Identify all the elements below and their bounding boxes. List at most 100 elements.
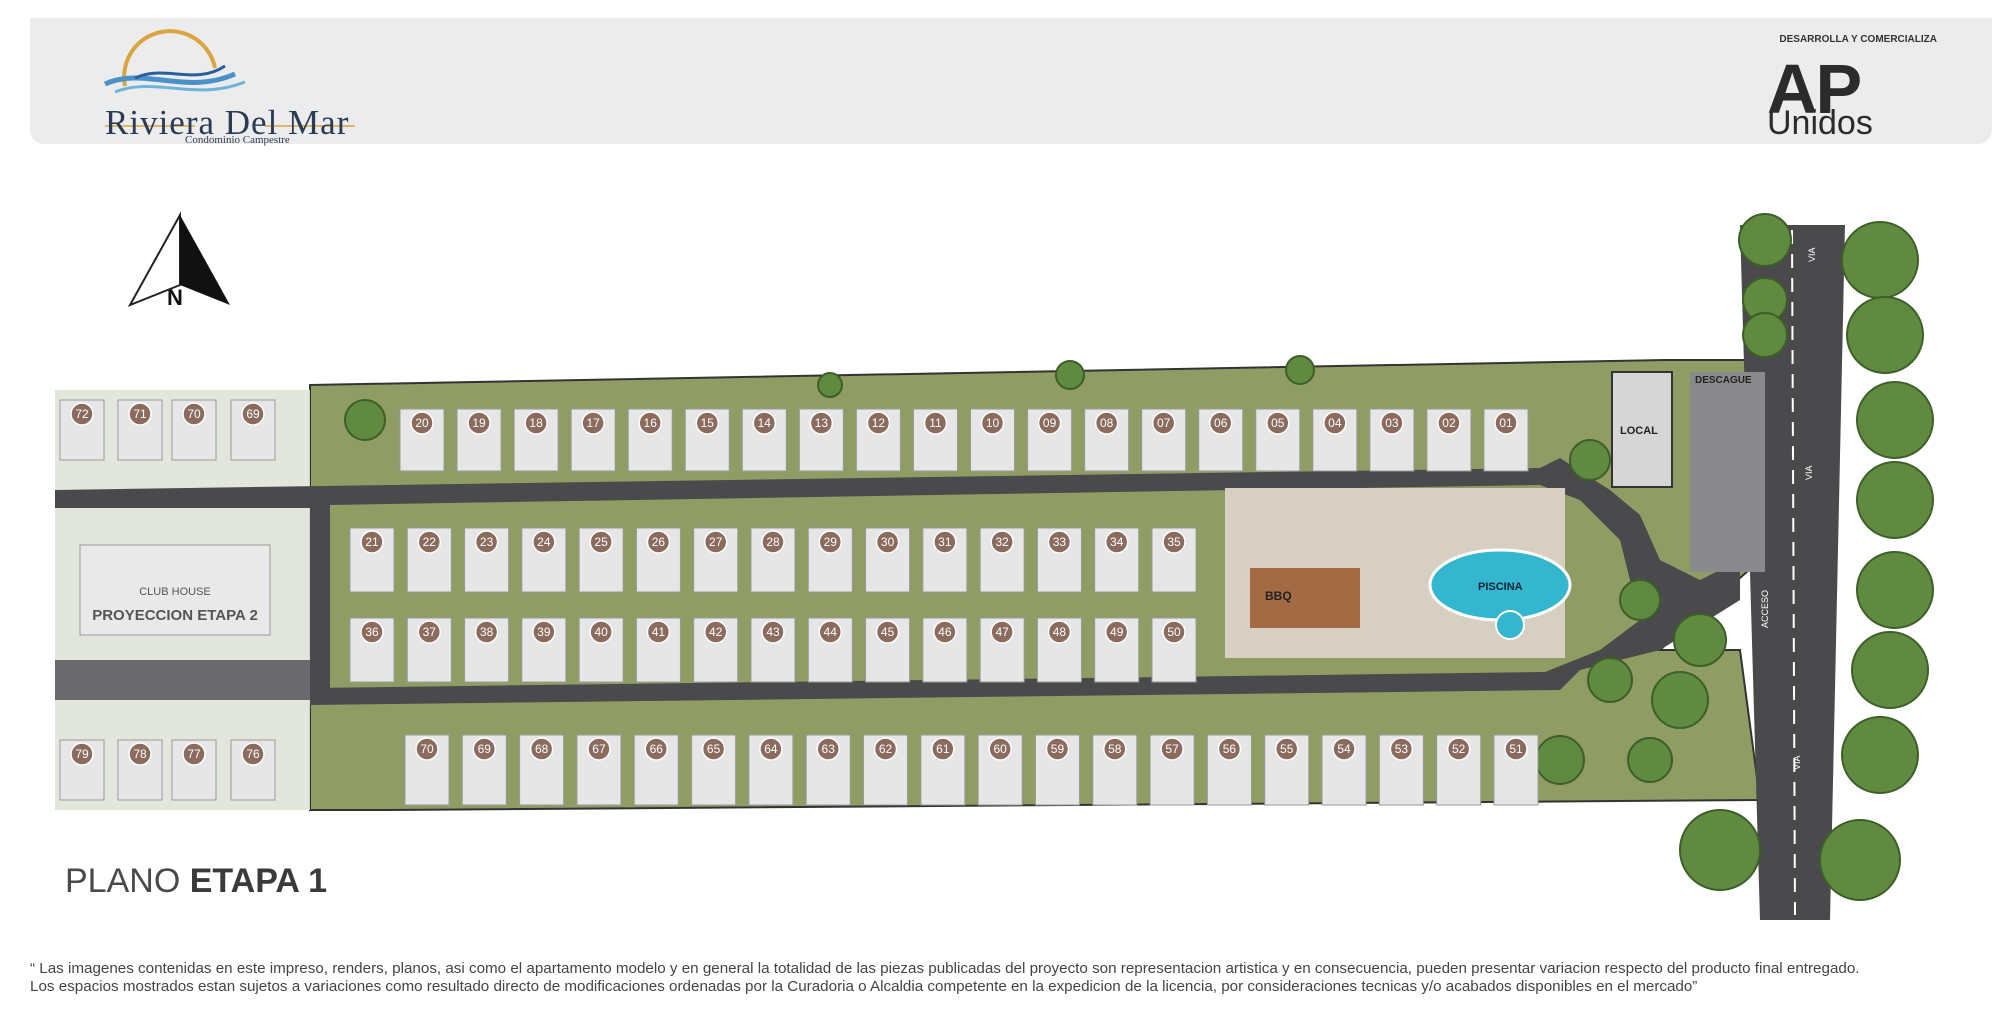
lot-67[interactable]: 67 bbox=[576, 734, 622, 806]
lot-number: 34 bbox=[1110, 535, 1124, 549]
lot-07[interactable]: 07 bbox=[1141, 408, 1187, 472]
lot-17[interactable]: 17 bbox=[570, 408, 616, 472]
lot-56[interactable]: 56 bbox=[1206, 734, 1252, 806]
tree bbox=[1627, 737, 1673, 783]
lot-21[interactable]: 21 bbox=[349, 527, 395, 593]
lot-49[interactable]: 49 bbox=[1094, 617, 1140, 683]
lot-number: 77 bbox=[187, 747, 201, 761]
lot-64[interactable]: 64 bbox=[748, 734, 794, 806]
lot-41[interactable]: 41 bbox=[635, 617, 681, 683]
lot-05[interactable]: 05 bbox=[1255, 408, 1301, 472]
lot-27[interactable]: 27 bbox=[693, 527, 739, 593]
lot-69[interactable]: 69 bbox=[230, 399, 276, 461]
tree bbox=[1619, 579, 1661, 621]
lot-50[interactable]: 50 bbox=[1151, 617, 1197, 683]
lot-76[interactable]: 76 bbox=[230, 739, 276, 801]
tree bbox=[1856, 461, 1934, 539]
lot-45[interactable]: 45 bbox=[865, 617, 911, 683]
tree bbox=[1569, 439, 1611, 481]
lot-61[interactable]: 61 bbox=[920, 734, 966, 806]
lot-58[interactable]: 58 bbox=[1092, 734, 1138, 806]
lot-number: 70 bbox=[420, 742, 434, 756]
lot-39[interactable]: 39 bbox=[521, 617, 567, 683]
lot-31[interactable]: 31 bbox=[922, 527, 968, 593]
lot-60[interactable]: 60 bbox=[977, 734, 1023, 806]
lot-01[interactable]: 01 bbox=[1483, 408, 1529, 472]
lot-32[interactable]: 32 bbox=[979, 527, 1025, 593]
lot-number: 31 bbox=[938, 535, 952, 549]
lot-65[interactable]: 65 bbox=[691, 734, 737, 806]
lot-13[interactable]: 13 bbox=[798, 408, 844, 472]
tree bbox=[1742, 312, 1788, 358]
lot-77[interactable]: 77 bbox=[171, 739, 217, 801]
lot-44[interactable]: 44 bbox=[807, 617, 853, 683]
lot-51[interactable]: 51 bbox=[1493, 734, 1539, 806]
lot-24[interactable]: 24 bbox=[521, 527, 567, 593]
lot-number: 69 bbox=[246, 407, 260, 421]
lot-23[interactable]: 23 bbox=[464, 527, 510, 593]
lot-11[interactable]: 11 bbox=[912, 408, 958, 472]
lot-04[interactable]: 04 bbox=[1312, 408, 1358, 472]
lot-16[interactable]: 16 bbox=[627, 408, 673, 472]
disclaimer: “ Las imagenes contenidas en este impres… bbox=[30, 960, 1990, 996]
lot-52[interactable]: 52 bbox=[1436, 734, 1482, 806]
lot-number: 22 bbox=[423, 535, 437, 549]
lot-25[interactable]: 25 bbox=[578, 527, 624, 593]
lot-29[interactable]: 29 bbox=[807, 527, 853, 593]
lot-28[interactable]: 28 bbox=[750, 527, 796, 593]
lot-12[interactable]: 12 bbox=[855, 408, 901, 472]
lot-42[interactable]: 42 bbox=[693, 617, 739, 683]
lot-57[interactable]: 57 bbox=[1149, 734, 1195, 806]
lot-70[interactable]: 70 bbox=[404, 734, 450, 806]
lot-number: 78 bbox=[133, 747, 147, 761]
lot-38[interactable]: 38 bbox=[464, 617, 510, 683]
lot-33[interactable]: 33 bbox=[1036, 527, 1082, 593]
lot-09[interactable]: 09 bbox=[1027, 408, 1073, 472]
lot-number: 62 bbox=[879, 742, 893, 756]
lot-15[interactable]: 15 bbox=[684, 408, 730, 472]
lot-72[interactable]: 72 bbox=[59, 399, 105, 461]
plan-title: PLANO ETAPA 1 bbox=[65, 862, 327, 901]
lot-03[interactable]: 03 bbox=[1369, 408, 1415, 472]
lot-37[interactable]: 37 bbox=[406, 617, 452, 683]
plan-title-prefix: PLANO bbox=[65, 862, 181, 900]
lot-59[interactable]: 59 bbox=[1034, 734, 1080, 806]
lot-30[interactable]: 30 bbox=[865, 527, 911, 593]
lot-36[interactable]: 36 bbox=[349, 617, 395, 683]
lot-54[interactable]: 54 bbox=[1321, 734, 1367, 806]
lot-48[interactable]: 48 bbox=[1036, 617, 1082, 683]
lot-number: 05 bbox=[1271, 416, 1285, 430]
lot-14[interactable]: 14 bbox=[741, 408, 787, 472]
lot-number: 64 bbox=[764, 742, 778, 756]
lot-40[interactable]: 40 bbox=[578, 617, 624, 683]
lot-10[interactable]: 10 bbox=[970, 408, 1016, 472]
lot-number: 76 bbox=[246, 747, 260, 761]
lot-19[interactable]: 19 bbox=[456, 408, 502, 472]
lot-46[interactable]: 46 bbox=[922, 617, 968, 683]
lot-66[interactable]: 66 bbox=[633, 734, 679, 806]
lot-06[interactable]: 06 bbox=[1198, 408, 1244, 472]
lot-55[interactable]: 55 bbox=[1264, 734, 1310, 806]
lot-number: 01 bbox=[1499, 416, 1513, 430]
lot-20[interactable]: 20 bbox=[399, 408, 445, 472]
lot-43[interactable]: 43 bbox=[750, 617, 796, 683]
lot-number: 61 bbox=[936, 742, 950, 756]
lot-78[interactable]: 78 bbox=[117, 739, 163, 801]
lot-53[interactable]: 53 bbox=[1378, 734, 1424, 806]
lot-08[interactable]: 08 bbox=[1084, 408, 1130, 472]
lot-69[interactable]: 69 bbox=[461, 734, 507, 806]
lot-79[interactable]: 79 bbox=[59, 739, 105, 801]
lot-26[interactable]: 26 bbox=[635, 527, 681, 593]
lot-71[interactable]: 71 bbox=[117, 399, 163, 461]
lot-18[interactable]: 18 bbox=[513, 408, 559, 472]
tree bbox=[1587, 657, 1633, 703]
lot-62[interactable]: 62 bbox=[863, 734, 909, 806]
lot-63[interactable]: 63 bbox=[805, 734, 851, 806]
lot-70[interactable]: 70 bbox=[171, 399, 217, 461]
lot-34[interactable]: 34 bbox=[1094, 527, 1140, 593]
lot-47[interactable]: 47 bbox=[979, 617, 1025, 683]
lot-68[interactable]: 68 bbox=[519, 734, 565, 806]
lot-22[interactable]: 22 bbox=[406, 527, 452, 593]
lot-35[interactable]: 35 bbox=[1151, 527, 1197, 593]
lot-02[interactable]: 02 bbox=[1426, 408, 1472, 472]
